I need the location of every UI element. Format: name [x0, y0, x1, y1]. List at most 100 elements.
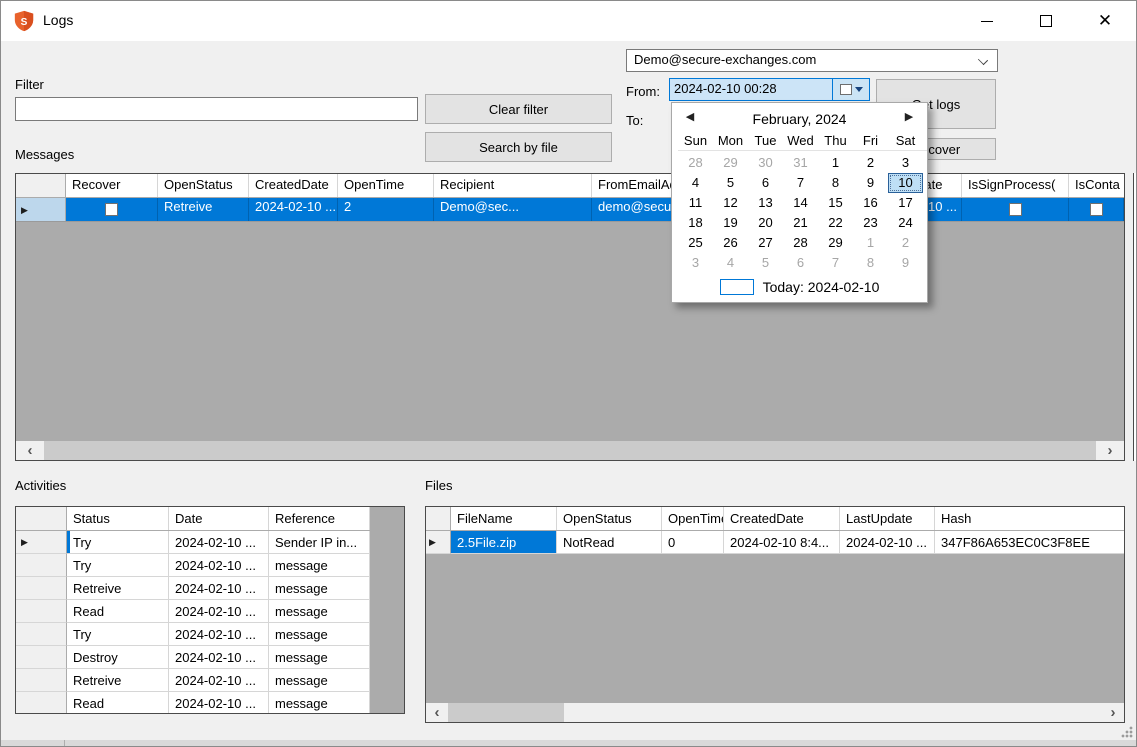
- column-header-date[interactable]: Date: [169, 507, 269, 530]
- calendar-day[interactable]: 1: [818, 153, 853, 173]
- scrollbar-track[interactable]: [564, 703, 1102, 722]
- row-header[interactable]: ▶: [426, 531, 451, 554]
- column-header-filename[interactable]: FileName: [451, 507, 557, 530]
- table-row[interactable]: Retreive2024-02-10 ...message: [16, 669, 404, 692]
- calendar-day[interactable]: 7: [818, 253, 853, 273]
- column-header-recover[interactable]: Recover: [66, 174, 158, 197]
- scrollbar-thumb[interactable]: [44, 441, 1096, 460]
- date-cell[interactable]: 2024-02-10 ...: [169, 531, 269, 554]
- files-row[interactable]: ▶ 2.5File.zip NotRead 0 2024-02-10 8:4..…: [426, 531, 1124, 554]
- column-header-createddate[interactable]: CreatedDate: [249, 174, 338, 197]
- row-header[interactable]: ▶: [16, 531, 67, 554]
- table-row[interactable]: Try2024-02-10 ...message: [16, 623, 404, 646]
- openstatus-cell[interactable]: Retreive: [158, 198, 249, 221]
- calendar-day[interactable]: 1: [853, 233, 888, 253]
- row-header[interactable]: [16, 669, 67, 692]
- calendar-day[interactable]: 7: [783, 173, 818, 193]
- issign-checkbox[interactable]: [1009, 203, 1022, 216]
- column-header-createddate[interactable]: CreatedDate: [724, 507, 840, 530]
- reference-cell[interactable]: Sender IP in...: [269, 531, 370, 554]
- calendar-day[interactable]: 26: [713, 233, 748, 253]
- column-header-opentime[interactable]: OpenTime: [338, 174, 434, 197]
- calendar-day[interactable]: 18: [678, 213, 713, 233]
- row-header[interactable]: [16, 646, 67, 669]
- reference-cell[interactable]: message: [269, 623, 370, 646]
- calendar-footer[interactable]: Today: 2024-02-10: [672, 279, 927, 295]
- calendar-day[interactable]: 28: [678, 153, 713, 173]
- column-header-lastupdate[interactable]: LastUpdate: [840, 507, 935, 530]
- calendar-day[interactable]: 17: [888, 193, 923, 213]
- table-row[interactable]: ▶Try2024-02-10 ...Sender IP in...: [16, 531, 404, 554]
- row-header[interactable]: [16, 692, 67, 714]
- reference-cell[interactable]: message: [269, 692, 370, 714]
- scroll-right-icon[interactable]: ›: [1102, 703, 1124, 722]
- date-cell[interactable]: 2024-02-10 ...: [169, 669, 269, 692]
- row-header[interactable]: [16, 577, 67, 600]
- calendar-day[interactable]: 22: [818, 213, 853, 233]
- calendar-day[interactable]: 29: [818, 233, 853, 253]
- status-cell[interactable]: Try: [67, 554, 169, 577]
- column-header-status[interactable]: Status: [67, 507, 169, 530]
- recover-checkbox[interactable]: [105, 203, 118, 216]
- calendar-day[interactable]: 31: [783, 153, 818, 173]
- column-header-issignprocess[interactable]: IsSignProcess(: [962, 174, 1069, 197]
- column-header-openstatus[interactable]: OpenStatus: [557, 507, 662, 530]
- column-header-openstatus[interactable]: OpenStatus: [158, 174, 249, 197]
- search-by-file-button[interactable]: Search by file: [425, 132, 612, 162]
- reference-cell[interactable]: message: [269, 554, 370, 577]
- close-button[interactable]: ✕: [1082, 7, 1128, 35]
- calendar-day[interactable]: 3: [678, 253, 713, 273]
- calendar-day[interactable]: 6: [748, 173, 783, 193]
- calendar-day[interactable]: 29: [713, 153, 748, 173]
- resize-grip[interactable]: [1121, 726, 1133, 738]
- minimize-button[interactable]: [964, 7, 1010, 35]
- hash-cell[interactable]: 347F86A653EC0C3F8EE: [935, 531, 1124, 554]
- calendar-day[interactable]: 4: [713, 253, 748, 273]
- calendar-day[interactable]: 5: [713, 173, 748, 193]
- table-row[interactable]: Read2024-02-10 ...message: [16, 692, 404, 714]
- calendar-day[interactable]: 3: [888, 153, 923, 173]
- date-cell[interactable]: 2024-02-10 ...: [169, 554, 269, 577]
- calendar-month-label[interactable]: February, 2024: [672, 111, 927, 127]
- calendar-day[interactable]: 2: [888, 233, 923, 253]
- opentime-cell[interactable]: 0: [662, 531, 724, 554]
- calendar-day[interactable]: 25: [678, 233, 713, 253]
- status-cell[interactable]: Retreive: [67, 577, 169, 600]
- date-cell[interactable]: 2024-02-10 ...: [169, 577, 269, 600]
- row-header[interactable]: [16, 554, 67, 577]
- calendar-day[interactable]: 5: [748, 253, 783, 273]
- files-horizontal-scrollbar[interactable]: ‹ ›: [426, 703, 1124, 722]
- calendar-day[interactable]: 14: [783, 193, 818, 213]
- row-header[interactable]: ▶: [16, 198, 66, 221]
- table-row[interactable]: Try2024-02-10 ...message: [16, 554, 404, 577]
- scroll-right-icon[interactable]: ›: [1096, 441, 1124, 460]
- messages-horizontal-scrollbar[interactable]: ‹ ›: [16, 441, 1124, 460]
- reference-cell[interactable]: message: [269, 669, 370, 692]
- scroll-left-icon[interactable]: ‹: [426, 703, 448, 722]
- calendar-day[interactable]: 8: [818, 173, 853, 193]
- reference-cell[interactable]: message: [269, 577, 370, 600]
- maximize-button[interactable]: [1023, 7, 1069, 35]
- opentime-cell[interactable]: 2: [338, 198, 434, 221]
- scroll-left-icon[interactable]: ‹: [16, 441, 44, 460]
- row-header[interactable]: [16, 600, 67, 623]
- row-header[interactable]: [16, 174, 66, 197]
- calendar-day[interactable]: 11: [678, 193, 713, 213]
- calendar-day[interactable]: 21: [783, 213, 818, 233]
- table-row[interactable]: Destroy2024-02-10 ...message: [16, 646, 404, 669]
- recover-cell[interactable]: [66, 198, 158, 221]
- from-date-dropdown-button[interactable]: [832, 79, 869, 100]
- calendar-day[interactable]: 20: [748, 213, 783, 233]
- date-cell[interactable]: 2024-02-10 ...: [169, 623, 269, 646]
- calendar-day[interactable]: 2: [853, 153, 888, 173]
- date-cell[interactable]: 2024-02-10 ...: [169, 692, 269, 714]
- isconta-checkbox[interactable]: [1090, 203, 1103, 216]
- date-cell[interactable]: 2024-02-10 ...: [169, 600, 269, 623]
- date-cell[interactable]: 2024-02-10 ...: [169, 646, 269, 669]
- calendar-day[interactable]: 16: [853, 193, 888, 213]
- reference-cell[interactable]: message: [269, 600, 370, 623]
- row-header[interactable]: [16, 623, 67, 646]
- table-row[interactable]: Read2024-02-10 ...message: [16, 600, 404, 623]
- calendar-today-label[interactable]: Today: 2024-02-10: [763, 279, 880, 295]
- createddate-cell[interactable]: 2024-02-10 8:4...: [724, 531, 840, 554]
